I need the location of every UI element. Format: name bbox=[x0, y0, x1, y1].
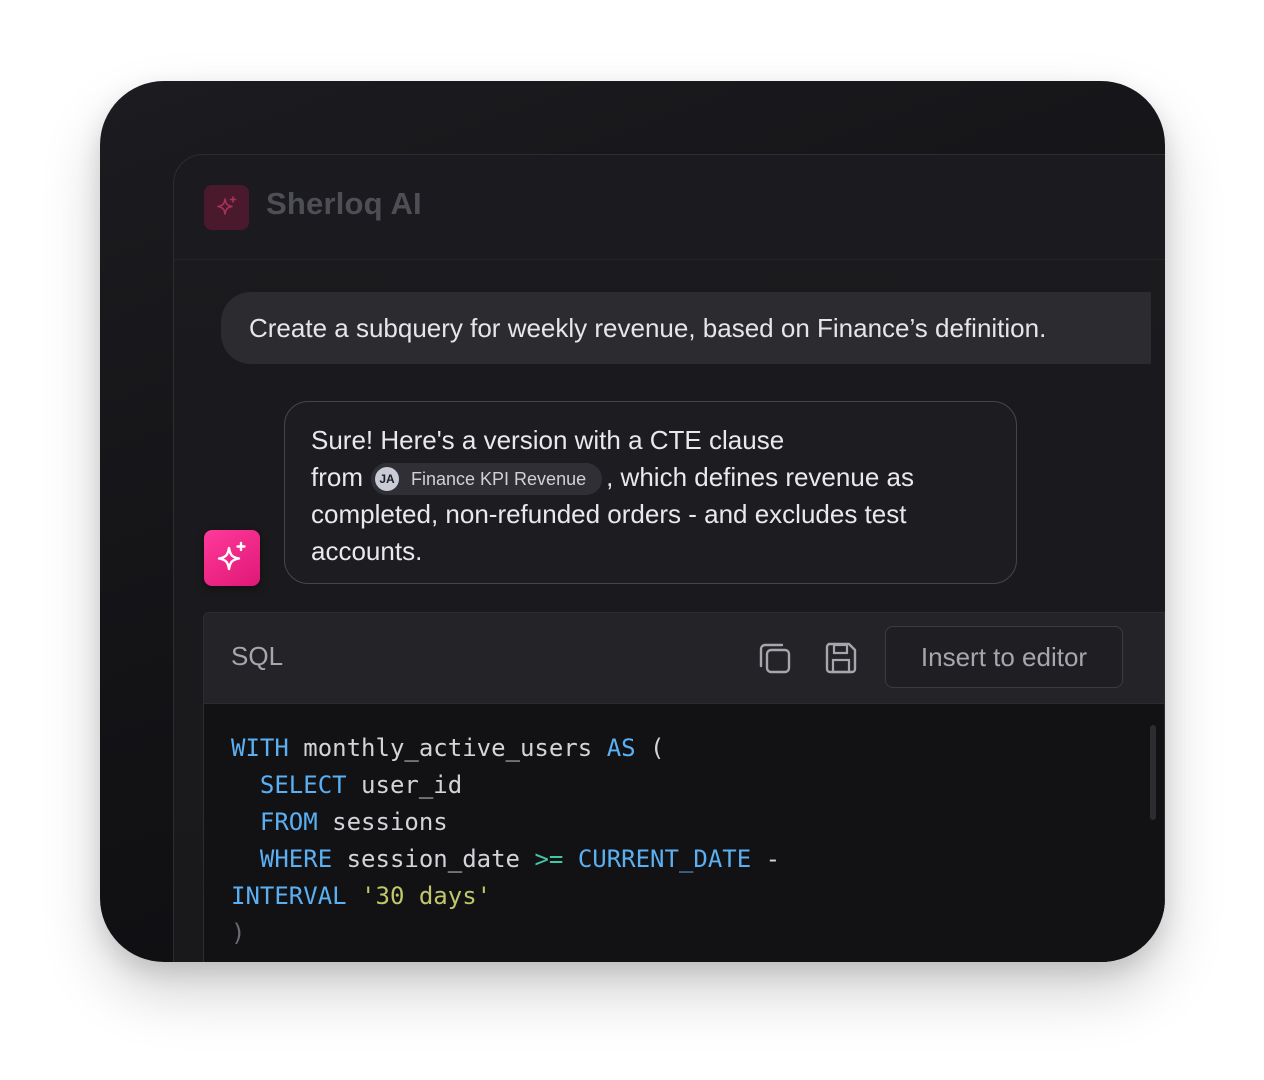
code-token: '30 days' bbox=[361, 882, 492, 910]
code-token: AS bbox=[606, 734, 636, 762]
code-token: ) bbox=[231, 919, 246, 947]
insert-to-editor-button[interactable]: Insert to editor bbox=[885, 626, 1123, 688]
code-line: ) bbox=[231, 915, 1164, 952]
code-token: - bbox=[751, 845, 781, 873]
code-token: monthly_active_users bbox=[288, 734, 607, 762]
code-token: >= bbox=[534, 845, 564, 873]
code-token: CURRENT_DATE bbox=[577, 845, 752, 873]
assistant-window: Sherloq AI Create a subquery for weekly … bbox=[173, 154, 1165, 962]
save-icon bbox=[825, 642, 857, 674]
code-line: SELECT user_id bbox=[231, 767, 1164, 804]
code-token: user_id bbox=[346, 771, 463, 799]
code-token: session_date bbox=[332, 845, 535, 873]
assistant-avatar bbox=[204, 530, 260, 586]
sparkle-icon bbox=[204, 185, 249, 230]
code-language-label: SQL bbox=[231, 641, 284, 671]
assistant-message: Sure! Here's a version with a CTE clause… bbox=[284, 401, 1017, 584]
code-token: WHERE bbox=[259, 845, 333, 873]
assistant-text-part2: from bbox=[311, 462, 363, 492]
code-token: sessions bbox=[317, 808, 448, 836]
reference-chip-finance-kpi-revenue[interactable]: JA Finance KPI Revenue bbox=[371, 463, 603, 495]
code-editor: WITH monthly_active_users AS ( SELECT us… bbox=[204, 704, 1164, 962]
code-token: WITH bbox=[231, 734, 289, 762]
chip-avatar: JA bbox=[375, 467, 399, 491]
code-line: INTERVAL '30 days' bbox=[231, 878, 1164, 915]
assistant-message-text: Sure! Here's a version with a CTE clause… bbox=[311, 422, 990, 570]
assistant-text-part1: Sure! Here's a version with a CTE clause bbox=[311, 425, 785, 455]
user-message: Create a subquery for weekly revenue, ba… bbox=[221, 292, 1151, 364]
code-token: FROM bbox=[259, 808, 318, 836]
copy-icon bbox=[759, 643, 791, 674]
code-header: SQL Insert to editor bbox=[204, 613, 1164, 704]
code-line: WHERE session_date >= CURRENT_DATE - bbox=[231, 841, 1164, 878]
titlebar: Sherloq AI bbox=[174, 155, 1165, 260]
copy-button[interactable] bbox=[755, 638, 795, 678]
code-scrollbar[interactable] bbox=[1150, 725, 1156, 820]
code-line: WITH monthly_active_users AS ( bbox=[231, 730, 1164, 767]
save-button[interactable] bbox=[821, 638, 861, 678]
code-token: SELECT bbox=[259, 771, 347, 799]
sparkle-icon bbox=[217, 541, 246, 571]
code-token: INTERVAL bbox=[231, 882, 347, 910]
stage: Sherloq AI Create a subquery for weekly … bbox=[0, 0, 1264, 1080]
code-line: FROM sessions bbox=[231, 804, 1164, 841]
app-title: Sherloq AI bbox=[266, 186, 422, 221]
device-frame: Sherloq AI Create a subquery for weekly … bbox=[100, 81, 1165, 962]
sql-code-card: SQL Insert to editor WITH monthly_active… bbox=[203, 612, 1165, 962]
chip-label: Finance KPI Revenue bbox=[411, 469, 587, 489]
code-token: ( bbox=[635, 734, 665, 762]
